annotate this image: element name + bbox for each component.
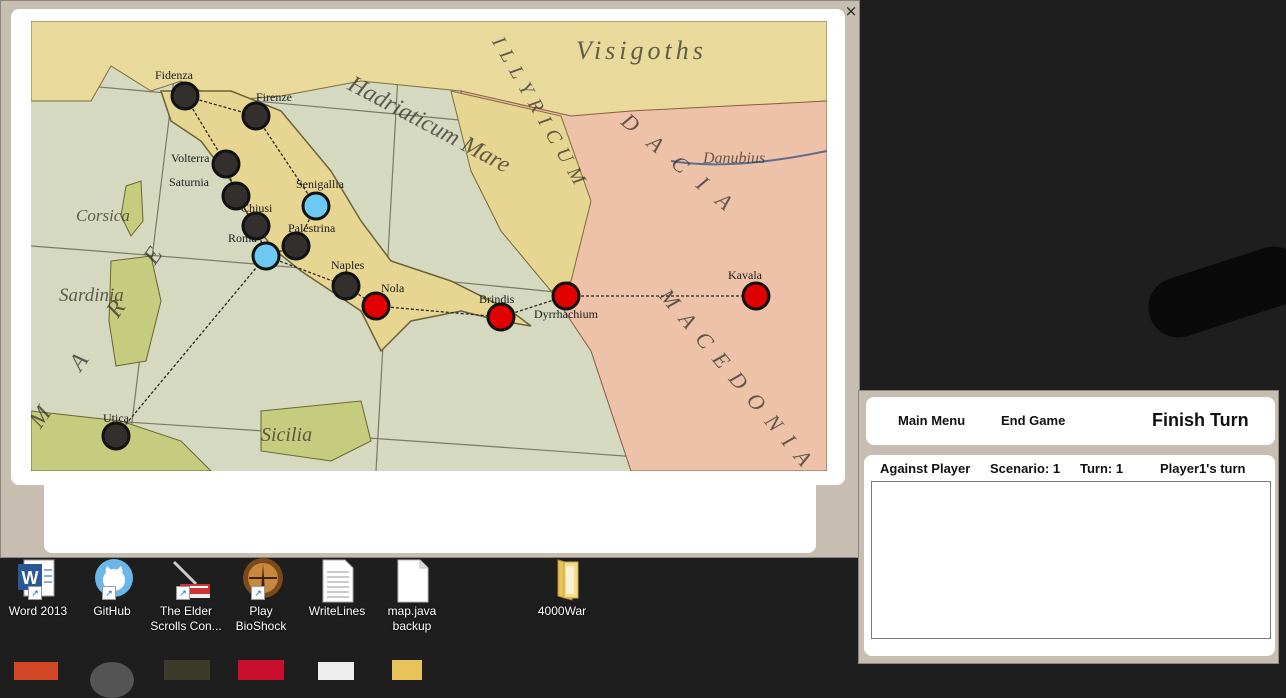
turn-label: Turn: 1: [1080, 461, 1124, 476]
city-label: Fidenza: [155, 68, 194, 82]
desktop-icon-label: map.java backup: [387, 604, 437, 633]
folder-icon: [538, 558, 586, 604]
game-window: × Hadriaticum Mare ILLYRICUM Visigoths D…: [0, 0, 860, 558]
city-marker[interactable]: [281, 231, 311, 261]
city-marker[interactable]: [361, 291, 391, 321]
city-marker[interactable]: [211, 149, 241, 179]
desktop-icon-label: The Elder Scrolls Con...: [150, 604, 222, 633]
desktop-icon-label: Play BioShock: [235, 604, 287, 633]
game-icon[interactable]: [164, 660, 210, 680]
island-label: Sicilia: [261, 424, 312, 446]
background-shape: [1140, 238, 1286, 346]
finish-turn-button[interactable]: Finish Turn: [1152, 410, 1249, 431]
blank-file-icon: [388, 558, 436, 604]
game-side-panel: Main Menu End Game Finish Turn Against P…: [858, 390, 1279, 664]
city-label: Brindis: [479, 292, 515, 306]
desktop-icon-4000war[interactable]: 4000War: [524, 558, 600, 619]
main-menu-button[interactable]: Main Menu: [898, 413, 965, 428]
desktop-icon-label: Word 2013: [8, 604, 68, 618]
control-bar: Main Menu End Game Finish Turn: [866, 397, 1275, 445]
city-marker[interactable]: [241, 101, 271, 131]
desktop-icon-bioshock[interactable]: ↗ Play BioShock: [223, 558, 299, 634]
powerpoint-icon[interactable]: [14, 662, 58, 680]
github-icon: ↗: [88, 558, 136, 604]
elder-scrolls-icon: ↗: [162, 558, 210, 604]
city-label: Saturnia: [169, 175, 210, 189]
close-icon[interactable]: ×: [843, 3, 859, 19]
island-label: Corsica: [76, 206, 130, 225]
end-game-button[interactable]: End Game: [1001, 413, 1065, 428]
current-player-label: Player1's turn: [1160, 461, 1246, 476]
desktop-icon-label: 4000War: [537, 604, 587, 618]
river-label: Danubius: [702, 150, 765, 167]
city-label: Utica: [103, 411, 130, 425]
svg-text:W: W: [22, 568, 39, 588]
city-marker[interactable]: [551, 281, 581, 311]
desktop-icon-writelines[interactable]: WriteLines: [299, 558, 375, 619]
city-label: Volterra: [171, 151, 210, 165]
scenario-label: Scenario: 1: [990, 461, 1061, 476]
city-marker[interactable]: [251, 241, 281, 271]
github-desktop-icon[interactable]: [90, 662, 134, 698]
city-marker[interactable]: [170, 81, 200, 111]
text-file-icon: [313, 558, 361, 604]
city-label: Kavala: [728, 268, 763, 282]
desktop-icon-map-java-backup[interactable]: map.java backup: [374, 558, 450, 634]
sixty-four-icon[interactable]: [238, 660, 284, 680]
game-mode-label: Against Player: [880, 461, 971, 476]
city-marker[interactable]: [101, 421, 131, 451]
desktop-icon-word[interactable]: W ↗ Word 2013: [0, 558, 76, 619]
city-node[interactable]: Utica: [101, 411, 131, 451]
city-marker[interactable]: [331, 271, 361, 301]
city-label: Naples: [331, 258, 365, 272]
region-label: Visigoths: [576, 36, 707, 65]
info-box: Against Player Scenario: 1 Turn: 1 Playe…: [864, 455, 1275, 656]
game-map[interactable]: Hadriaticum Mare ILLYRICUM Visigoths DAC…: [31, 21, 827, 471]
folder-icon[interactable]: [392, 660, 422, 680]
game-log[interactable]: [871, 481, 1271, 639]
city-marker[interactable]: [301, 191, 331, 221]
city-label: Chiusi: [241, 201, 273, 215]
desktop-icon-label: WriteLines: [308, 604, 366, 618]
city-label: Palestrina: [288, 221, 336, 235]
city-label: Dyrrhachium: [534, 307, 599, 321]
city-label: Senigallia: [296, 177, 345, 191]
desktop-icon-github[interactable]: ↗ GitHub: [74, 558, 150, 619]
bioshock-icon: ↗: [237, 558, 285, 604]
word-icon: W ↗: [14, 558, 62, 604]
desktop-icon-elder-scrolls[interactable]: ↗ The Elder Scrolls Con...: [148, 558, 224, 634]
city-label: Nola: [381, 281, 405, 295]
city-marker[interactable]: [741, 281, 771, 311]
desktop-icon-label: GitHub: [93, 604, 131, 618]
city-marker[interactable]: [486, 302, 516, 332]
city-label: Roma: [228, 231, 257, 245]
city-label: Firenze: [256, 90, 292, 104]
document-icon[interactable]: [318, 662, 354, 680]
